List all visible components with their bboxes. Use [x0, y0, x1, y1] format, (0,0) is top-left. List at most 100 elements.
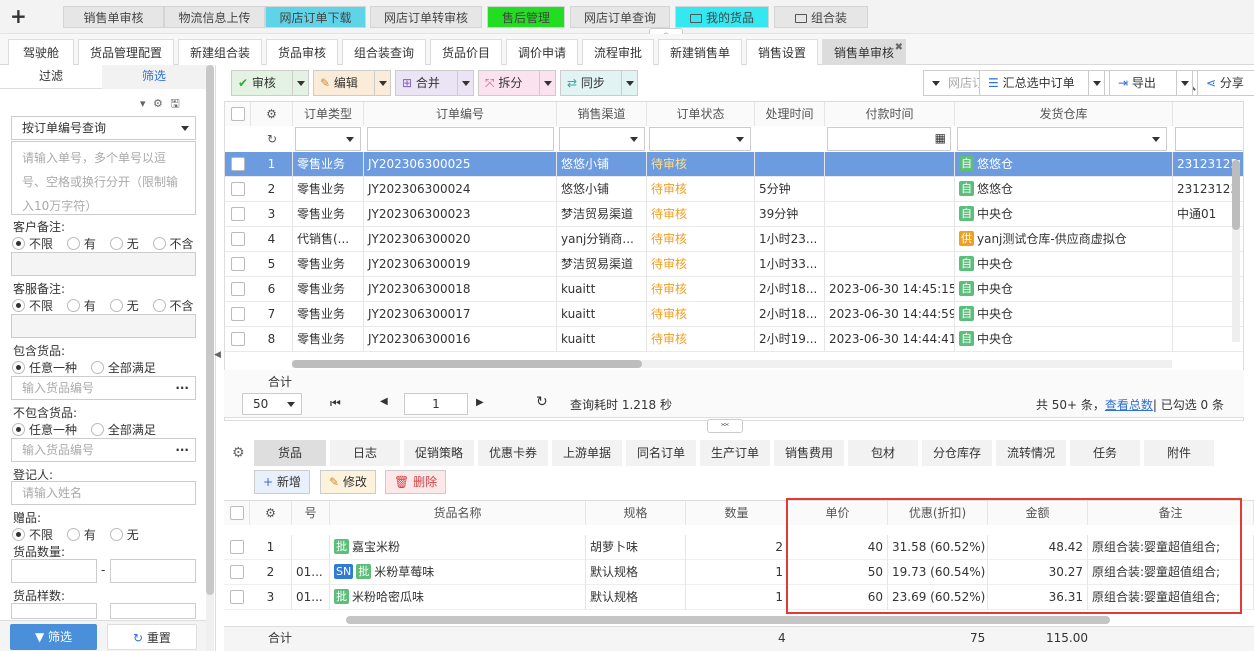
order-no-filter[interactable] [367, 127, 554, 151]
goods-kinds-min-input[interactable] [11, 603, 97, 619]
registrar-input[interactable]: 请输入姓名 [11, 481, 196, 505]
customer-note-input[interactable] [11, 252, 196, 276]
share-button[interactable]: ⋖ 分享 [1197, 70, 1254, 96]
tab-sales-order-audit[interactable]: 销售单审核 ✖ [822, 39, 906, 65]
chevron-down-icon[interactable] [1088, 71, 1104, 95]
table-row[interactable]: 3 零售业务 JY202306300023 梦洁贸易渠道 待审核 39分钟自中央仓 中通01 [225, 202, 1243, 227]
contain-goods-input[interactable]: 输入货品编号 ··· [11, 376, 196, 400]
table-row[interactable]: 3 01... 批米粉哈密瓜味 默认规格 1 60 23.69 (60.52%) 36.31 原… [224, 585, 1254, 610]
table-row[interactable]: 2 01... SN 批米粉草莓味 默认规格 1 50 19.73 (60.54%) 30.27… [224, 560, 1254, 585]
sync-button[interactable]: ⇄ 同步 [560, 70, 638, 96]
header-amount[interactable]: 金额 [988, 501, 1088, 525]
status-filter[interactable] [649, 127, 751, 151]
radio-any-one[interactable]: 任意一种 [12, 423, 77, 437]
goods-qty-min-input[interactable] [11, 559, 97, 583]
radio-exclude[interactable]: 不含 [152, 237, 194, 251]
order-type-filter[interactable] [295, 127, 361, 151]
modify-button[interactable]: ✎ 修改 [320, 470, 376, 494]
quick-tab-combo[interactable]: 组合装 [774, 6, 868, 28]
table-row[interactable]: 2 零售业务 JY202306300024 悠悠小铺 待审核 5分钟 自悠悠仓 2312312… [225, 177, 1243, 202]
gear-icon[interactable]: ⚙ [153, 97, 163, 110]
radio-all[interactable]: 全部满足 [90, 423, 156, 437]
gear-icon[interactable]: ⚙ [250, 501, 292, 525]
header-warehouse[interactable]: 发货仓库 [955, 102, 1173, 126]
scrollbar-thumb[interactable] [1232, 160, 1240, 230]
query-mode-select[interactable]: 按订单编号查询 [11, 116, 196, 140]
extra-filter[interactable] [1175, 127, 1243, 151]
scrollbar-thumb[interactable] [206, 65, 214, 595]
warehouse-filter[interactable] [957, 127, 1167, 151]
tab-promotion[interactable]: 促销策略 [404, 440, 474, 466]
header-goods-code[interactable]: 号 [292, 501, 330, 525]
more-icon[interactable]: ··· [175, 377, 189, 399]
table-row[interactable]: 8 零售业务 JY202306300016 kuaitt 待审核 2小时19... 2023… [225, 327, 1243, 352]
quick-tab-my-goods[interactable]: 我的货品 [675, 6, 769, 28]
radio-none[interactable]: 无 [109, 237, 139, 251]
tab-price-apply[interactable]: 调价申请 [506, 39, 578, 65]
header-price[interactable]: 单价 [788, 501, 888, 525]
header-process-time[interactable]: 处理时间 [755, 102, 825, 126]
paid-time-filter[interactable]: ▦ [827, 127, 951, 151]
row-checkbox[interactable] [231, 257, 245, 271]
detail-horizontal-scrollbar[interactable] [346, 616, 1110, 624]
table-row[interactable]: 6 零售业务 JY202306300018 kuaitt 待审核 2小时18... 2023… [225, 277, 1243, 302]
tab-sales-settings[interactable]: 销售设置 [746, 39, 818, 65]
select-all-checkbox[interactable] [231, 107, 245, 121]
table-row[interactable]: 4 代销售(... JY202306300020 yanj分销商... 待审核 1小时23… [225, 227, 1243, 252]
row-checkbox[interactable] [231, 307, 245, 321]
tab-attachment[interactable]: 附件 [1144, 440, 1214, 466]
header-order-type[interactable]: 订单类型 [293, 102, 364, 126]
row-checkbox[interactable] [231, 157, 245, 171]
radio-any[interactable]: 不限 [12, 237, 53, 251]
add-button[interactable]: + 新增 [254, 470, 310, 494]
page-number-input[interactable]: 1 [404, 393, 468, 415]
header-remark[interactable]: 备注 [1088, 501, 1254, 525]
scrollbar-thumb[interactable] [292, 360, 642, 368]
radio-has[interactable]: 有 [66, 237, 96, 251]
tab-filter[interactable]: 过滤 [0, 65, 102, 89]
tab-screen[interactable]: 筛选 [102, 65, 206, 89]
page-size-select[interactable]: 50 [242, 393, 302, 415]
tab-production[interactable]: 生产订单 [700, 440, 770, 466]
summary-selected-button[interactable]: ☰ 汇总选中订单 [979, 70, 1105, 96]
filter-button[interactable]: ▼ 筛选 [10, 624, 97, 650]
delete-button[interactable]: 🗑 删除 [385, 470, 447, 494]
export-button[interactable]: ⇥ 导出 [1109, 70, 1193, 96]
tab-same-name[interactable]: 同名订单 [626, 440, 696, 466]
chevron-down-icon[interactable] [932, 81, 940, 86]
pane-splitter[interactable]: ︿ ﹀ [707, 419, 743, 433]
radio-none[interactable]: 无 [109, 528, 139, 542]
tab-new-combo[interactable]: 新建组合装 [178, 39, 262, 65]
tab-combo-query[interactable]: 组合装查询 [342, 39, 426, 65]
row-checkbox[interactable] [230, 590, 244, 604]
first-page-icon[interactable]: ⏮ [330, 396, 341, 411]
radio-any[interactable]: 不限 [12, 299, 53, 313]
tab-coupons[interactable]: 优惠卡券 [478, 440, 548, 466]
row-checkbox[interactable] [230, 540, 244, 554]
header-goods-name[interactable]: 货品名称 [330, 501, 586, 525]
header-paid-time[interactable]: 付款时间 [825, 102, 955, 126]
header-qty[interactable]: 数量 [686, 501, 788, 525]
quick-tab-logistics[interactable]: 物流信息上传 [164, 6, 265, 28]
chevron-down-icon[interactable] [539, 71, 555, 95]
tab-cockpit[interactable]: 驾驶舱 [8, 39, 74, 65]
radio-has[interactable]: 有 [66, 528, 96, 542]
tab-goods-audit[interactable]: 货品审核 [266, 39, 338, 65]
radio-none[interactable]: 无 [109, 299, 139, 313]
radio-any-one[interactable]: 任意一种 [12, 361, 77, 375]
grid-horizontal-scrollbar[interactable] [292, 360, 1172, 368]
grid-vertical-scrollbar[interactable] [1232, 160, 1240, 342]
exclude-goods-input[interactable]: 输入货品编号 ··· [11, 438, 196, 462]
chevron-down-icon[interactable] [621, 71, 637, 95]
header-channel[interactable]: 销售渠道 [557, 102, 647, 126]
chevron-down-icon[interactable] [457, 71, 473, 95]
table-row[interactable]: 5 零售业务 JY202306300019 梦洁贸易渠道 待审核 1小时33... 自中央仓 [225, 252, 1243, 277]
tab-upstream[interactable]: 上游单据 [552, 440, 622, 466]
radio-any[interactable]: 不限 [12, 528, 53, 542]
tab-packaging[interactable]: 包材 [848, 440, 918, 466]
panel-collapse-handle[interactable]: ◀ [214, 350, 221, 370]
close-icon[interactable]: ✖ [895, 35, 903, 61]
more-icon[interactable]: ··· [175, 439, 189, 461]
radio-exclude[interactable]: 不含 [152, 299, 194, 313]
tab-new-sales-order[interactable]: 新建销售单 [658, 39, 742, 65]
